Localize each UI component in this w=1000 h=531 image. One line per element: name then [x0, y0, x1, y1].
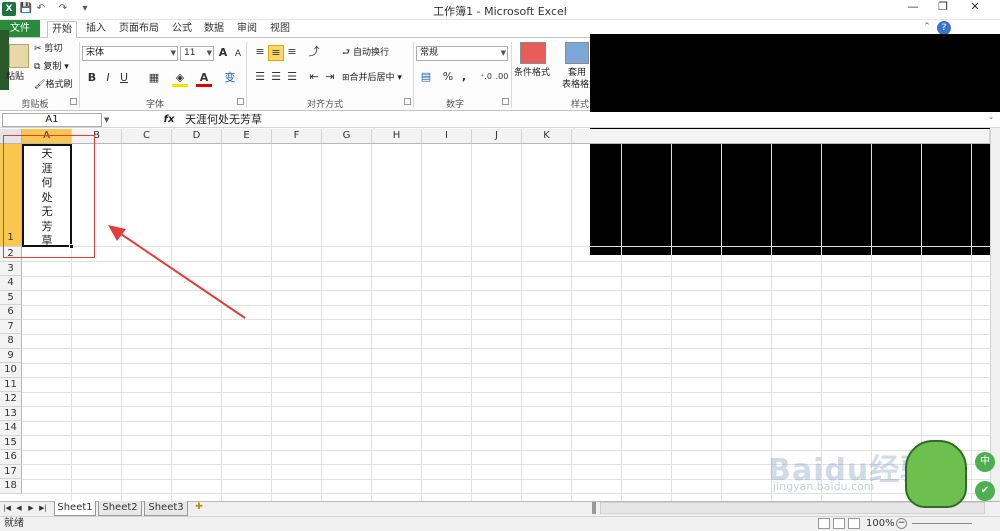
annotation-arrow [108, 225, 246, 319]
